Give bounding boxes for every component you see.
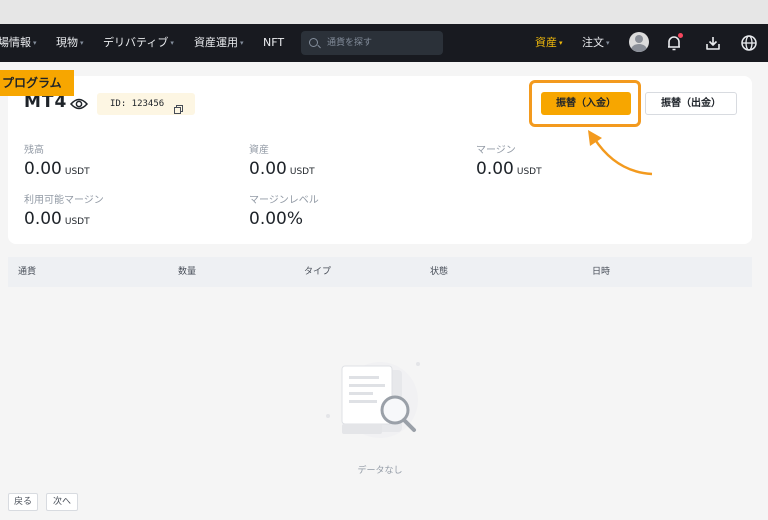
nav-assets[interactable]: 資産 ▾ [535, 24, 563, 62]
value-text: 0.00 [24, 209, 62, 229]
notification-dot [678, 33, 683, 38]
chevron-down-icon: ▾ [606, 39, 610, 47]
nav-label: 資産 [535, 36, 557, 49]
unit-text: USDT [64, 217, 90, 227]
copy-icon[interactable] [174, 99, 183, 114]
nav-label: 注文 [582, 36, 604, 49]
column-header-datetime[interactable]: 日時 [592, 257, 610, 287]
column-header-amount[interactable]: 数量 [178, 257, 196, 287]
notification-bell-icon[interactable] [664, 33, 684, 53]
chevron-down-icon: ▾ [240, 39, 244, 47]
empty-data-icon [326, 362, 420, 438]
chevron-down-icon: ▾ [33, 39, 37, 47]
stat-value-assets: 0.00 USDT [249, 159, 315, 179]
unit-text: USDT [64, 167, 90, 177]
browser-top-strip [0, 0, 768, 24]
account-id: ID: 123456 [110, 99, 165, 109]
column-header-currency[interactable]: 通貨 [18, 257, 36, 287]
download-icon[interactable] [703, 33, 723, 53]
top-navigation: 場情報 ▾ 現物 ▾ デリバティブ ▾ 資産運用 ▾ NFT 通貨を探す 資産 ▾ 注文 ▾ [0, 24, 768, 62]
stat-value-available-margin: 0.00 USDT [24, 209, 90, 229]
nav-label: NFT [263, 36, 285, 49]
stat-label-margin-level: マージンレベル [249, 195, 319, 206]
globe-icon[interactable] [739, 33, 759, 53]
search-icon [309, 38, 318, 47]
chevron-down-icon: ▾ [80, 39, 84, 47]
next-page-button[interactable]: 次へ [46, 493, 78, 511]
eye-icon[interactable] [69, 95, 89, 110]
column-header-type[interactable]: タイプ [304, 257, 331, 287]
unit-text: USDT [516, 167, 542, 177]
program-badge: プログラム [0, 70, 74, 96]
stat-label-assets: 資産 [249, 145, 269, 156]
nav-market-info[interactable]: 場情報 ▾ [0, 24, 37, 62]
nav-derivatives[interactable]: デリバティブ ▾ [103, 24, 174, 62]
nav-label: 資産運用 [194, 36, 238, 49]
transfer-withdraw-button[interactable]: 振替（出金） [645, 92, 737, 115]
search-input[interactable]: 通貨を探す [301, 31, 443, 55]
search-placeholder: 通貨を探す [327, 38, 373, 48]
stat-value-balance: 0.00 USDT [24, 159, 90, 179]
nav-label: 場情報 [0, 36, 31, 49]
table-header: 通貨 数量 タイプ 状態 日時 [8, 257, 752, 287]
stat-label-margin: マージン [476, 145, 516, 156]
value-text: 0.00 [24, 159, 62, 179]
value-text: 0.00 [476, 159, 514, 179]
stat-value-margin: 0.00 USDT [476, 159, 542, 179]
nav-label: 現物 [56, 36, 78, 49]
nav-orders[interactable]: 注文 ▾ [582, 24, 610, 62]
pointer-arrow-icon [588, 130, 653, 176]
prev-page-button[interactable]: 戻る [8, 493, 38, 511]
highlight-frame [529, 80, 641, 127]
chevron-down-icon: ▾ [170, 39, 174, 47]
value-text: 0.00% [249, 209, 304, 229]
chevron-down-icon: ▾ [559, 39, 563, 47]
stat-label-available-margin: 利用可能マージン [24, 195, 104, 206]
nav-earn[interactable]: 資産運用 ▾ [194, 24, 244, 62]
stat-label-balance: 残高 [24, 145, 44, 156]
nav-spot[interactable]: 現物 ▾ [56, 24, 84, 62]
nav-nft[interactable]: NFT [263, 24, 284, 62]
empty-state-text: データなし [357, 466, 403, 476]
nav-label: デリバティブ [103, 36, 169, 49]
value-text: 0.00 [249, 159, 287, 179]
stat-value-margin-level: 0.00% [249, 209, 303, 229]
column-header-status[interactable]: 状態 [430, 257, 448, 287]
avatar[interactable] [629, 32, 649, 52]
unit-text: USDT [289, 167, 315, 177]
